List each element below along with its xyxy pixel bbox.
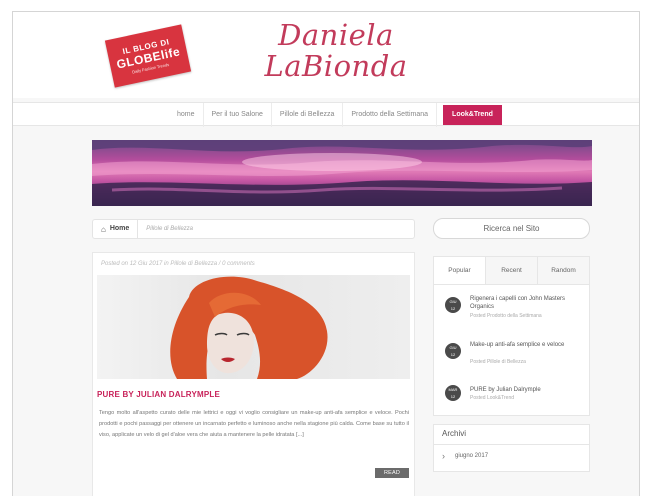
- popular-post-category: Posted Look&Trend: [470, 395, 515, 401]
- browser-page: IL BLOG DI GLOBElife Daily Fashion Trend…: [12, 11, 640, 496]
- popular-post-category: Posted Prodotto della Settimana: [470, 313, 542, 319]
- badge-month: MAR: [448, 387, 458, 392]
- archive-item[interactable]: giugno 2017: [455, 453, 488, 459]
- site-title[interactable]: Daniela LaBionda: [261, 20, 411, 82]
- post-featured-image[interactable]: [97, 275, 410, 379]
- nav-item-salone[interactable]: Per il tuo Salone: [204, 103, 272, 127]
- popular-post-category: Posted Pillole di Bellezza: [470, 359, 526, 365]
- breadcrumb-current: Pillole di Bellezza: [146, 226, 193, 232]
- sunset-banner: [92, 140, 592, 206]
- popular-post-title[interactable]: Rigenera i capelli con John Masters Orga…: [470, 295, 582, 311]
- globelife-logo[interactable]: IL BLOG DI GLOBElife Daily Fashion Trend…: [104, 24, 192, 88]
- posts-tabs-widget: Popular Recent Random GIU 12 Rigenera i …: [433, 256, 590, 416]
- calendar-icon: MAR 12: [445, 385, 461, 401]
- site-search-input[interactable]: Ricerca nel Sito: [433, 218, 590, 239]
- nav-item-prodotto[interactable]: Prodotto della Settimana: [343, 103, 438, 127]
- nav-item-home[interactable]: home: [169, 103, 204, 127]
- popular-post-item[interactable]: GIU 12 Rigenera i capelli con John Maste…: [442, 293, 586, 327]
- calendar-icon: GIU 12: [445, 297, 461, 313]
- popular-post-item[interactable]: MAR 12 PURE by Julian Dalrymple Posted L…: [442, 381, 586, 415]
- banner-clouds: [92, 140, 592, 206]
- tab-recent[interactable]: Recent: [485, 257, 537, 284]
- archive-divider: [434, 444, 589, 445]
- post-card: Posted on 12 Giu 2017 in Pillole di Bell…: [92, 252, 415, 496]
- popular-post-title[interactable]: Make-up anti-afa semplice e veloce: [470, 341, 582, 349]
- nav-item-pillole[interactable]: Pillole di Bellezza: [272, 103, 344, 127]
- badge-month: GIU: [449, 345, 457, 350]
- read-more-button[interactable]: READ MORE: [375, 468, 409, 486]
- model-portrait: [170, 276, 328, 379]
- badge-day: 12: [450, 352, 456, 357]
- breadcrumb: ⌂ Home Pillole di Bellezza: [92, 219, 415, 239]
- main-nav: home Per il tuo Salone Pillole di Bellez…: [13, 102, 639, 127]
- archive-title: Archivi: [442, 429, 467, 438]
- popular-post-item[interactable]: GIU 12 Make-up anti-afa semplice e veloc…: [442, 339, 586, 373]
- breadcrumb-home[interactable]: Home: [110, 220, 139, 238]
- site-title-line-1: Daniela: [278, 18, 394, 52]
- tab-popular[interactable]: Popular: [434, 257, 485, 284]
- nav-item-look-trend[interactable]: Look&Trend: [443, 105, 502, 125]
- site-header: IL BLOG DI GLOBElife Daily Fashion Trend…: [13, 12, 639, 98]
- site-title-line-2: LaBionda: [264, 49, 408, 83]
- post-meta: Posted on 12 Giu 2017 in Pillole di Bell…: [101, 261, 255, 267]
- tab-random[interactable]: Random: [537, 257, 589, 284]
- calendar-icon: GIU 12: [445, 343, 461, 359]
- archive-widget: Archivi › giugno 2017: [433, 424, 590, 472]
- post-title[interactable]: PURE BY JULIAN DALRYMPLE: [97, 390, 220, 399]
- badge-month: GIU: [449, 299, 457, 304]
- home-icon[interactable]: ⌂: [101, 225, 106, 234]
- post-excerpt: Tengo molto all'aspetto curato delle mie…: [99, 410, 409, 438]
- badge-day: 12: [450, 306, 456, 311]
- badge-day: 12: [450, 394, 456, 399]
- popular-post-title[interactable]: PURE by Julian Dalrymple: [470, 386, 582, 394]
- chevron-right-icon: ›: [442, 451, 445, 461]
